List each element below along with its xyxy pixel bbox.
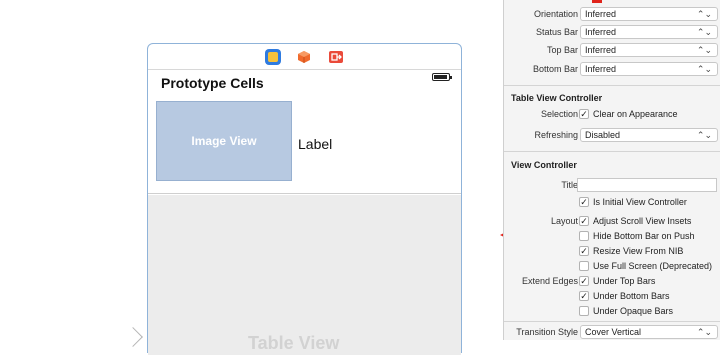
use-full-screen-checkbox[interactable]: [579, 261, 589, 271]
top-bar-label: Top Bar: [546, 45, 578, 55]
title-field[interactable]: [577, 178, 717, 192]
layout-label: Layout: [550, 216, 578, 226]
is-initial-view-controller-label: Is Initial View Controller: [593, 197, 687, 207]
section-divider: [504, 151, 720, 152]
battery-icon: [432, 73, 452, 81]
status-bar-row: Status Bar Inferred ⌃⌄: [504, 24, 720, 40]
section-divider: [504, 85, 720, 86]
view-controller-icon[interactable]: [265, 49, 281, 65]
title-label: Title: [561, 180, 578, 190]
first-responder-icon[interactable]: [296, 49, 312, 65]
status-bar-popup[interactable]: Inferred ⌃⌄: [580, 25, 718, 39]
selection-label: Selection: [540, 109, 578, 119]
title-row: Title: [504, 177, 720, 193]
image-view[interactable]: Image View: [156, 101, 292, 181]
prototype-cells-title: Prototype Cells: [161, 75, 264, 91]
under-top-bars-label: Under Top Bars: [593, 276, 656, 286]
refreshing-popup[interactable]: Disabled ⌃⌄: [580, 128, 718, 142]
table-view-controller-scene[interactable]: Prototype Cells Image View Label Table V…: [147, 43, 462, 355]
is-initial-row: ✓ Is Initial View Controller: [504, 194, 720, 210]
orientation-value: Inferred: [585, 9, 617, 19]
section-divider: [504, 321, 720, 322]
refreshing-value: Disabled: [585, 130, 621, 140]
bottom-bar-popup[interactable]: Inferred ⌃⌄: [580, 62, 718, 76]
top-bar-value: Inferred: [585, 45, 617, 55]
table-view-controller-heading: Table View Controller: [511, 93, 603, 103]
resize-view-from-nib-checkbox[interactable]: ✓: [579, 246, 589, 256]
hide-bottom-bar-on-push-checkbox[interactable]: [579, 231, 589, 241]
adjust-scroll-view-insets-checkbox[interactable]: ✓: [579, 216, 589, 226]
attributes-inspector: Orientation Inferred ⌃⌄ Status Bar Inferr…: [503, 0, 720, 340]
extend-edges-row-1: Extend Edges ✓ Under Top Bars: [504, 273, 720, 289]
is-initial-view-controller-checkbox[interactable]: ✓: [579, 197, 589, 207]
status-bar-label: Status Bar: [535, 27, 578, 37]
layout-row-2: Hide Bottom Bar on Push: [504, 228, 720, 244]
layout-row-1: Layout ✓ Adjust Scroll View Insets: [504, 213, 720, 229]
under-opaque-bars-checkbox[interactable]: [579, 306, 589, 316]
chevron-updown-icon: ⌃⌄: [696, 27, 712, 37]
exit-icon[interactable]: [328, 49, 344, 65]
under-top-bars-checkbox[interactable]: ✓: [579, 276, 589, 286]
transition-style-label: Transition Style: [516, 327, 578, 337]
bottom-bar-label: Bottom Bar: [532, 64, 578, 74]
bottom-bar-row: Bottom Bar Inferred ⌃⌄: [504, 61, 720, 77]
view-controller-heading: View Controller: [511, 160, 577, 170]
red-annotation-mark: [592, 0, 602, 3]
cell-label[interactable]: Label: [298, 136, 332, 152]
status-bar-value: Inferred: [585, 27, 617, 37]
orientation-label: Orientation: [533, 9, 578, 19]
under-bottom-bars-label: Under Bottom Bars: [593, 291, 670, 301]
prototype-cell[interactable]: Image View Label: [148, 96, 461, 194]
extend-edges-row-2: ✓ Under Bottom Bars: [504, 288, 720, 304]
top-bar-row: Top Bar Inferred ⌃⌄: [504, 42, 720, 58]
clear-on-appearance-label: Clear on Appearance: [593, 109, 678, 119]
chevron-updown-icon: ⌃⌄: [696, 9, 712, 19]
layout-row-3: ✓ Resize View From NIB: [504, 243, 720, 259]
chevron-updown-icon: ⌃⌄: [696, 130, 712, 140]
storyboard-canvas[interactable]: Prototype Cells Image View Label Table V…: [0, 0, 500, 355]
clear-on-appearance-checkbox[interactable]: ✓: [579, 109, 589, 119]
chevron-updown-icon: ⌃⌄: [696, 45, 712, 55]
orientation-popup[interactable]: Inferred ⌃⌄: [580, 7, 718, 21]
transition-style-row: Transition Style Cover Vertical ⌃⌄: [504, 324, 720, 340]
refreshing-row: Refreshing Disabled ⌃⌄: [504, 127, 720, 143]
extend-edges-row-3: Under Opaque Bars: [504, 303, 720, 319]
selection-row: Selection ✓ Clear on Appearance: [504, 106, 720, 122]
top-bar-popup[interactable]: Inferred ⌃⌄: [580, 43, 718, 57]
transition-style-value: Cover Vertical: [585, 327, 642, 337]
chevron-updown-icon: ⌃⌄: [696, 64, 712, 74]
table-view-area[interactable]: Table View: [148, 195, 461, 355]
layout-row-4: Use Full Screen (Deprecated): [504, 258, 720, 274]
resize-view-from-nib-label: Resize View From NIB: [593, 246, 684, 256]
storyboard-entry-point-icon[interactable]: [123, 327, 143, 347]
adjust-scroll-view-insets-label: Adjust Scroll View Insets: [593, 216, 692, 226]
under-bottom-bars-checkbox[interactable]: ✓: [579, 291, 589, 301]
under-opaque-bars-label: Under Opaque Bars: [593, 306, 674, 316]
transition-style-popup[interactable]: Cover Vertical ⌃⌄: [580, 325, 718, 339]
use-full-screen-label: Use Full Screen (Deprecated): [593, 261, 713, 271]
hide-bottom-bar-on-push-label: Hide Bottom Bar on Push: [593, 231, 695, 241]
orientation-row: Orientation Inferred ⌃⌄: [504, 6, 720, 22]
refreshing-label: Refreshing: [534, 130, 578, 140]
bottom-bar-value: Inferred: [585, 64, 617, 74]
table-view-placeholder: Table View: [248, 333, 340, 353]
chevron-updown-icon: ⌃⌄: [696, 327, 712, 337]
extend-edges-label: Extend Edges: [521, 276, 578, 286]
scene-dock: [148, 44, 461, 70]
